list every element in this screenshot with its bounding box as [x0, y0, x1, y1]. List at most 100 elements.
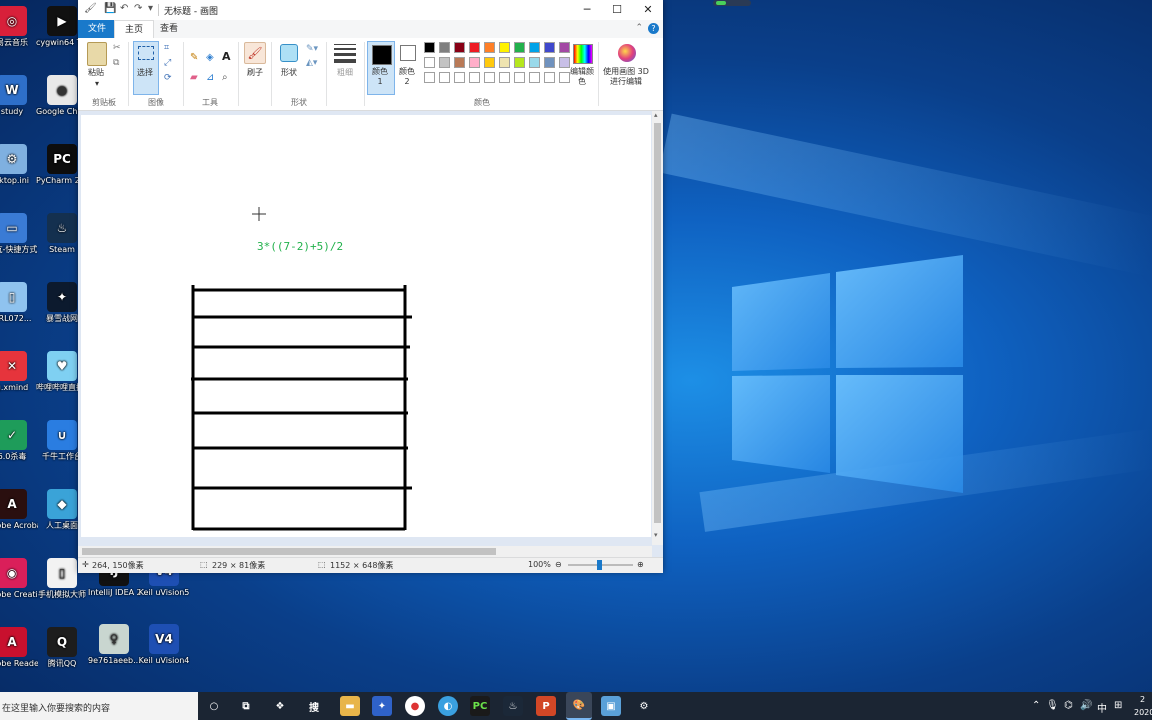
size-label[interactable]: 粗细	[336, 68, 354, 78]
network-icon[interactable]: ⌬	[1064, 700, 1073, 711]
desktop-icon[interactable]: Wstudy	[0, 75, 38, 117]
save-icon[interactable]: 💾	[104, 3, 116, 14]
magnifier-icon[interactable]: ⌕	[222, 72, 228, 83]
close-button[interactable]: ✕	[633, 0, 663, 20]
desktop-icon[interactable]: ◉ Adobe Creati...	[0, 558, 38, 600]
help-icon[interactable]: ?	[648, 23, 659, 34]
paint3d-icon[interactable]	[618, 44, 636, 62]
desktop-icon[interactable]: V4 Keil uVision4	[138, 624, 190, 666]
palette-color-swatch[interactable]	[544, 72, 555, 83]
palette-color-swatch[interactable]	[424, 72, 435, 83]
horizontal-scrollbar[interactable]	[78, 546, 652, 557]
palette-color-swatch[interactable]	[559, 42, 570, 53]
app-icon-2[interactable]: ✦	[372, 696, 392, 716]
palette-color-swatch[interactable]	[514, 57, 525, 68]
palette-color-swatch[interactable]	[484, 57, 495, 68]
palette-color-swatch[interactable]	[469, 72, 480, 83]
fill-icon[interactable]: ◈	[206, 52, 214, 63]
desktop-icon[interactable]: Q 腾讯QQ	[36, 627, 88, 669]
task-view-icon[interactable]: ⧉	[236, 696, 256, 716]
palette-color-swatch[interactable]	[529, 72, 540, 83]
brushes-label[interactable]: 刷子	[244, 68, 266, 78]
palette-color-swatch[interactable]	[529, 57, 540, 68]
app-icon-4[interactable]: ▣	[601, 696, 621, 716]
undo-icon[interactable]: ↶	[120, 3, 128, 14]
taskbar-search-box[interactable]: 在这里输入你要搜索的内容	[0, 692, 198, 720]
palette-color-swatch[interactable]	[439, 72, 450, 83]
palette-color-swatch[interactable]	[559, 72, 570, 83]
tab-file[interactable]: 文件	[78, 20, 117, 38]
desktop-icon[interactable]: ◎ 易云音乐	[0, 6, 38, 48]
color-picker-icon[interactable]: ⊿	[206, 72, 214, 83]
cut-icon[interactable]: ✂	[113, 43, 121, 53]
drawing-canvas[interactable]: 3*((7-2)+5)/2	[81, 115, 651, 537]
sogou-icon[interactable]: 搜	[304, 696, 324, 716]
tray-overflow-icon[interactable]: ⌃	[1032, 700, 1040, 711]
desktop-icon[interactable]: ⚙ sktop.ini	[0, 144, 38, 186]
palette-color-swatch[interactable]	[544, 42, 555, 53]
paste-icon[interactable]	[87, 42, 107, 66]
select-label[interactable]: 选择	[136, 68, 154, 78]
paste-button-label[interactable]: 粘贴	[83, 68, 109, 78]
palette-color-swatch[interactable]	[424, 57, 435, 68]
horizontal-scroll-thumb[interactable]	[82, 548, 496, 555]
palette-color-swatch[interactable]	[514, 72, 525, 83]
zoom-in-icon[interactable]: ⊕	[637, 560, 644, 569]
collapse-ribbon-icon[interactable]: ⌃	[635, 23, 643, 33]
eraser-icon[interactable]: ▰	[190, 72, 198, 83]
maximize-button[interactable]: ☐	[602, 0, 632, 20]
desktop-icon[interactable]: ✕ g.xmind	[0, 351, 38, 393]
palette-color-swatch[interactable]	[454, 57, 465, 68]
minimize-button[interactable]: ─	[572, 0, 602, 20]
shapes-button-label[interactable]: 形状	[278, 68, 300, 78]
settings-icon[interactable]: ⚙	[634, 696, 654, 716]
desktop-icon[interactable]: A Adobe Acrobat DC	[0, 489, 38, 531]
clock-time[interactable]: 2	[1140, 695, 1145, 704]
app-icon-3[interactable]: ◐	[438, 696, 458, 716]
palette-color-swatch[interactable]	[469, 42, 480, 53]
size-icon[interactable]	[334, 44, 356, 63]
powerpoint-icon[interactable]: P	[536, 696, 556, 716]
app-icon-1[interactable]: ❖	[270, 696, 290, 716]
fill-style-icon[interactable]: ◭▾	[306, 58, 317, 68]
palette-color-swatch[interactable]	[544, 57, 555, 68]
tab-view[interactable]: 查看	[150, 20, 188, 38]
customize-toolbar-icon[interactable]: ▾	[148, 3, 153, 14]
palette-color-swatch[interactable]	[469, 57, 480, 68]
palette-color-swatch[interactable]	[499, 42, 510, 53]
desktop-icon[interactable]: ♀ 9e761aeeb...	[88, 624, 140, 666]
vertical-scroll-thumb[interactable]	[654, 123, 661, 523]
steam-icon[interactable]: ♨	[503, 696, 523, 716]
paint-taskbar-icon[interactable]: 🎨	[566, 692, 592, 720]
scroll-down-icon[interactable]: ▾	[654, 531, 658, 539]
palette-color-swatch[interactable]	[529, 42, 540, 53]
copy-icon[interactable]: ⧉	[113, 58, 119, 68]
desktop-icon[interactable]: A Adobe Reader 9	[0, 627, 38, 669]
ime-indicator[interactable]: 中	[1097, 700, 1107, 715]
resize-icon[interactable]: ⤢	[164, 58, 171, 68]
edit-colors-icon[interactable]	[573, 44, 593, 64]
palette-color-swatch[interactable]	[424, 42, 435, 53]
palette-color-swatch[interactable]	[439, 42, 450, 53]
keyboard-icon[interactable]: ⊞	[1114, 700, 1122, 711]
palette-color-swatch[interactable]	[499, 57, 510, 68]
volume-icon[interactable]: 🔊	[1080, 700, 1092, 711]
tab-home[interactable]: 主页	[114, 20, 155, 39]
desktop-icon[interactable]: ▭ 加坑-快捷方式	[0, 213, 38, 255]
crop-icon[interactable]: ⌗	[164, 43, 169, 53]
pencil-icon[interactable]: ✎	[190, 52, 198, 63]
rotate-icon[interactable]: ⟳	[164, 73, 172, 83]
edit-colors-label[interactable]: 编辑颜色	[570, 67, 594, 87]
palette-color-swatch[interactable]	[454, 42, 465, 53]
palette-color-swatch[interactable]	[514, 42, 525, 53]
color2-swatch[interactable]	[400, 45, 416, 61]
vertical-scrollbar[interactable]: ▴ ▾	[652, 111, 663, 545]
microphone-icon[interactable]: 🎙	[1046, 700, 1059, 711]
clock-date[interactable]: 2020	[1134, 708, 1152, 717]
zoom-out-icon[interactable]: ⊖	[555, 560, 562, 569]
color2-label[interactable]: 颜色 2	[396, 67, 418, 87]
brush-icon[interactable]: 🖌	[244, 42, 266, 64]
cortana-icon[interactable]: ○	[204, 696, 224, 716]
text-icon[interactable]: A	[222, 50, 231, 63]
search-placeholder[interactable]: 在这里输入你要搜索的内容	[2, 701, 110, 714]
